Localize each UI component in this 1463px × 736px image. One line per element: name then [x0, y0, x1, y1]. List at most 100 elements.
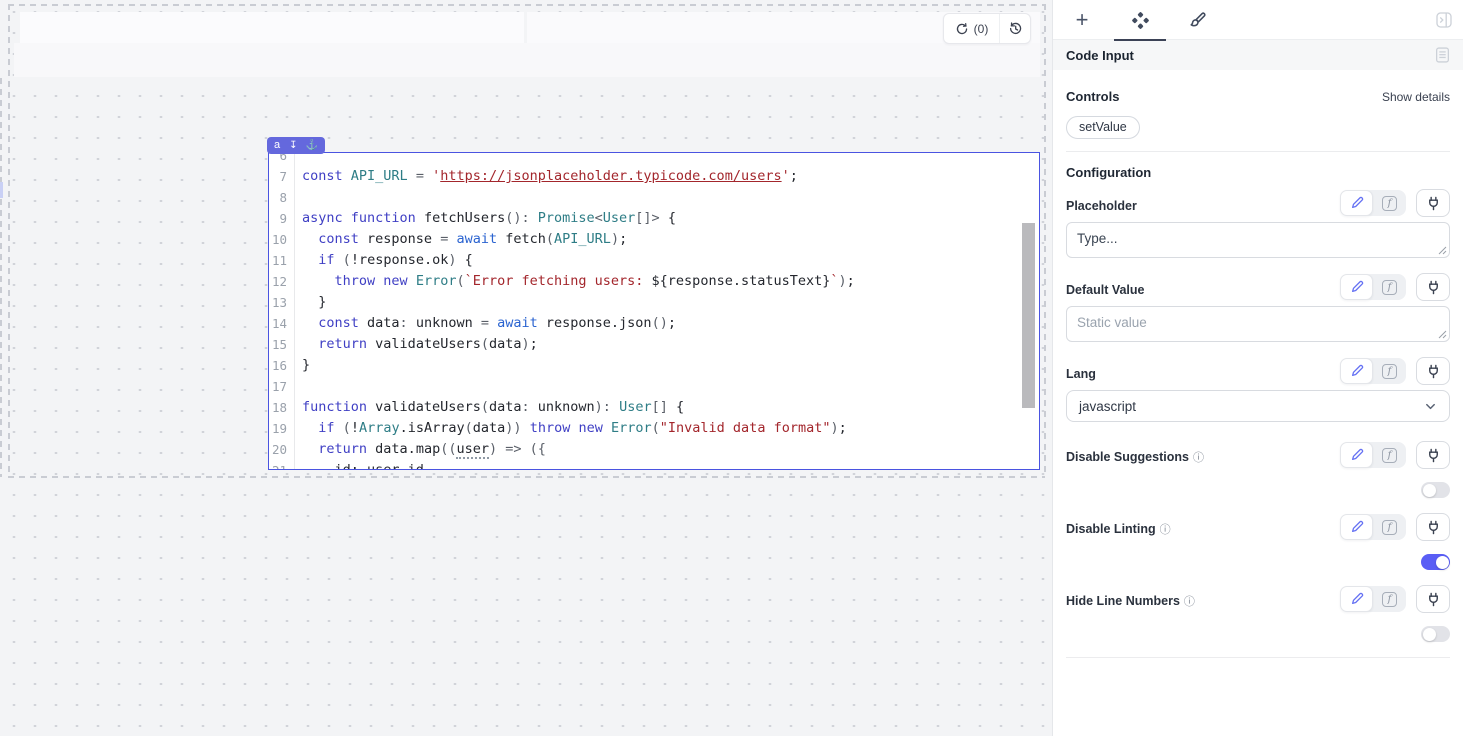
- properties-tab[interactable]: [1111, 0, 1169, 40]
- resize-handle[interactable]: [1438, 246, 1447, 255]
- edit-pencil-button[interactable]: [1340, 274, 1373, 300]
- widget-title-bar: Code Input: [1053, 40, 1463, 70]
- field-placeholder: Placeholder f Type...: [1066, 189, 1450, 258]
- field-default-value: Default Value f Static value: [1066, 273, 1450, 342]
- query-count: (0): [974, 22, 989, 36]
- edit-pencil-button[interactable]: [1340, 442, 1373, 468]
- disable-suggestions-label: Disable Suggestionsⓘ: [1066, 449, 1204, 469]
- disable-linting-mode-switch: f: [1340, 514, 1406, 540]
- add-components-tab[interactable]: +: [1053, 0, 1111, 40]
- plug-icon: [1426, 448, 1441, 463]
- lang-selected-value: javascript: [1079, 399, 1136, 414]
- line-number: 10: [269, 229, 295, 250]
- lang-select[interactable]: javascript: [1066, 390, 1450, 422]
- code-line: 18function validateUsers(data: unknown):…: [269, 397, 1039, 418]
- line-number: 15: [269, 334, 295, 355]
- anchor-icon[interactable]: ⚓: [306, 140, 318, 151]
- move-down-icon[interactable]: ↧: [289, 140, 297, 151]
- fx-icon: f: [1382, 592, 1397, 607]
- show-details-link[interactable]: Show details: [1382, 90, 1450, 104]
- widget-badge-label: a: [274, 137, 280, 154]
- hide-line-numbers-toggle[interactable]: [1421, 626, 1450, 642]
- setvalue-button[interactable]: setValue: [1066, 116, 1140, 139]
- code-line: 14 const data: unknown = await response.…: [269, 313, 1039, 334]
- fx-icon: f: [1382, 280, 1397, 295]
- field-disable-suggestions: Disable Suggestionsⓘ f: [1066, 441, 1450, 498]
- line-number: 11: [269, 250, 295, 271]
- configuration-section: Configuration Placeholder f Type... Default…: [1053, 152, 1463, 658]
- code-line: 16}: [269, 355, 1039, 376]
- edit-pencil-button[interactable]: [1340, 514, 1373, 540]
- info-icon: ⓘ: [1184, 593, 1195, 609]
- placeholder-input[interactable]: Type...: [1066, 222, 1450, 258]
- default-value-input[interactable]: Static value: [1066, 306, 1450, 342]
- placeholder-mode-switch: f: [1340, 190, 1406, 216]
- bind-data-button[interactable]: [1416, 357, 1450, 385]
- app-canvas[interactable]: (0) a ↧⚓ 67const API_URL = 'https://json…: [0, 0, 1052, 736]
- disable-linting-toggle[interactable]: [1421, 554, 1450, 570]
- line-number: 14: [269, 313, 295, 334]
- line-number: 21: [269, 460, 295, 469]
- hide-line-numbers-label: Hide Line Numbersⓘ: [1066, 593, 1195, 613]
- configuration-title: Configuration: [1066, 165, 1450, 180]
- line-number: 6: [269, 153, 295, 166]
- plug-icon: [1426, 280, 1441, 295]
- styles-tab[interactable]: [1169, 0, 1227, 40]
- history-button[interactable]: [1000, 14, 1030, 43]
- disable-suggestions-mode-switch: f: [1340, 442, 1406, 468]
- line-number: 19: [269, 418, 295, 439]
- code-line: 17: [269, 376, 1039, 397]
- code-line: 15 return validateUsers(data);: [269, 334, 1039, 355]
- info-icon: ⓘ: [1193, 449, 1204, 465]
- info-icon: ⓘ: [1160, 521, 1171, 537]
- fx-button[interactable]: f: [1373, 586, 1406, 612]
- line-number: 9: [269, 208, 295, 229]
- code-editor[interactable]: 67const API_URL = 'https://jsonplacehold…: [269, 153, 1039, 469]
- adjacent-page-border: [0, 78, 2, 477]
- placeholder-label: Placeholder: [1066, 199, 1137, 217]
- edit-pencil-button[interactable]: [1340, 358, 1373, 384]
- fx-button[interactable]: f: [1373, 190, 1406, 216]
- plus-icon: +: [1076, 10, 1089, 30]
- chevron-down-icon: [1424, 400, 1437, 413]
- bind-data-button[interactable]: [1416, 513, 1450, 541]
- default-value-label: Default Value: [1066, 283, 1145, 301]
- fx-button[interactable]: f: [1373, 514, 1406, 540]
- edit-pencil-button[interactable]: [1340, 586, 1373, 612]
- line-number: 18: [269, 397, 295, 418]
- document-icon[interactable]: [1435, 47, 1450, 63]
- empty-widget-row: [20, 12, 524, 43]
- code-line: 12 throw new Error(`Error fetching users…: [269, 271, 1039, 292]
- code-line: 13 }: [269, 292, 1039, 313]
- refresh-queries-button[interactable]: (0): [944, 14, 999, 43]
- plug-icon: [1426, 592, 1441, 607]
- bind-data-button[interactable]: [1416, 585, 1450, 613]
- fx-button[interactable]: f: [1373, 274, 1406, 300]
- fx-button[interactable]: f: [1373, 358, 1406, 384]
- default-value-mode-switch: f: [1340, 274, 1406, 300]
- code-pane: 67const API_URL = 'https://jsonplacehold…: [269, 153, 1039, 469]
- lang-mode-switch: f: [1340, 358, 1406, 384]
- code-line: 10 const response = await fetch(API_URL)…: [269, 229, 1039, 250]
- line-number: 8: [269, 187, 295, 208]
- line-number: 7: [269, 166, 295, 187]
- editor-scrollbar[interactable]: [1022, 223, 1035, 408]
- disable-linting-label: Disable Lintingⓘ: [1066, 521, 1171, 541]
- code-input-widget[interactable]: a ↧⚓ 67const API_URL = 'https://jsonplac…: [268, 152, 1040, 470]
- field-lang: Langfjavascript: [1066, 357, 1450, 422]
- fx-button[interactable]: f: [1373, 442, 1406, 468]
- disable-suggestions-toggle[interactable]: [1421, 482, 1450, 498]
- collapse-panel-button[interactable]: [1436, 12, 1452, 28]
- bind-data-button[interactable]: [1416, 273, 1450, 301]
- line-number: 16: [269, 355, 295, 376]
- resize-handle[interactable]: [1438, 330, 1447, 339]
- section-divider: [1066, 657, 1450, 658]
- edit-pencil-button[interactable]: [1340, 190, 1373, 216]
- components-icon: [1131, 11, 1150, 30]
- bind-data-button[interactable]: [1416, 441, 1450, 469]
- widget-badge[interactable]: a ↧ ⚓: [267, 137, 325, 154]
- bind-data-button[interactable]: [1416, 189, 1450, 217]
- code-line: 11 if (!response.ok) {: [269, 250, 1039, 271]
- page-container-border: [1044, 4, 1046, 477]
- fx-icon: f: [1382, 364, 1397, 379]
